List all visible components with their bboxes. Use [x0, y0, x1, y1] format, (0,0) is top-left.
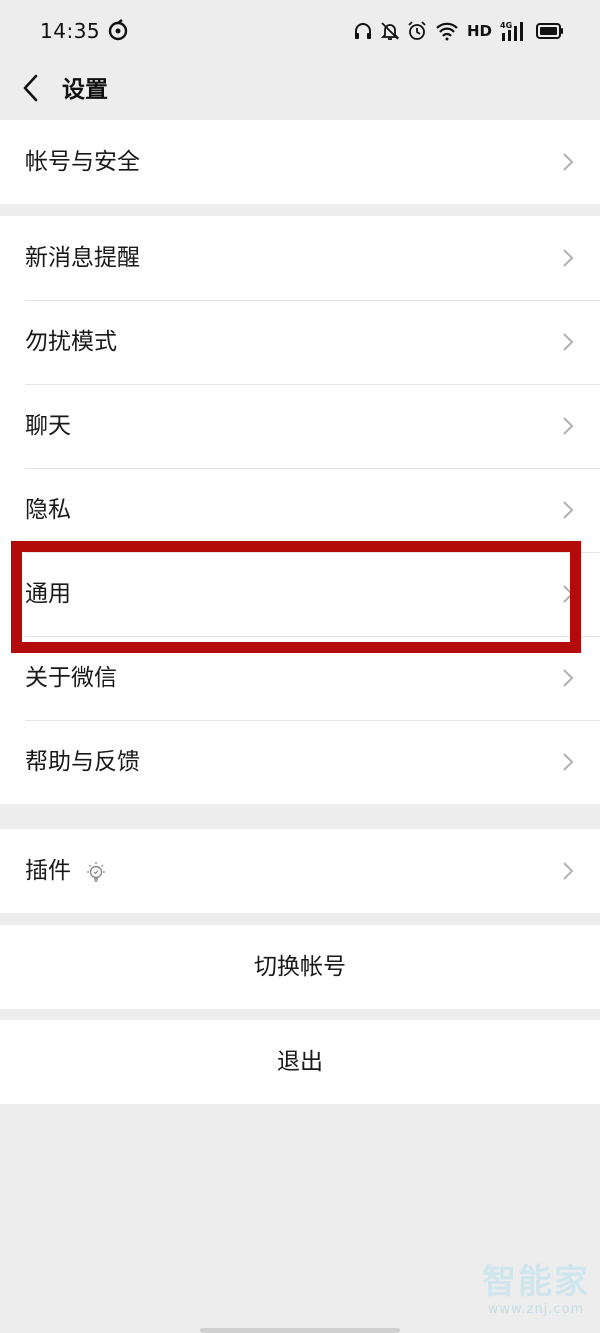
- settings-item-plugins[interactable]: 插件: [0, 829, 600, 913]
- status-time: 14:35: [40, 19, 101, 43]
- settings-item-chat[interactable]: 聊天: [0, 384, 600, 468]
- watermark: 智能家 www.znj.com: [482, 1262, 590, 1317]
- battery-icon: [536, 23, 563, 39]
- lightbulb-icon: [87, 862, 105, 882]
- nav-bar: 设置: [0, 58, 600, 118]
- main-settings-group: 新消息提醒 勿扰模式 聊天 隐私 通用 关于微信 帮助与反馈: [0, 216, 600, 804]
- page-title: 设置: [62, 77, 108, 103]
- item-label: 帮助与反馈: [25, 749, 140, 775]
- logout-group: 退出: [0, 1020, 600, 1104]
- chevron-right-icon: [563, 501, 574, 519]
- highlight-box: [11, 541, 581, 653]
- watermark-url: www.znj.com: [487, 1302, 585, 1317]
- divider: [25, 384, 600, 385]
- headphones-icon: [354, 23, 371, 39]
- plugins-group: 插件: [0, 829, 600, 913]
- item-label: 新消息提醒: [25, 245, 140, 271]
- settings-item-help-feedback[interactable]: 帮助与反馈: [0, 720, 600, 804]
- settings-item-do-not-disturb[interactable]: 勿扰模式: [0, 300, 600, 384]
- chevron-right-icon: [563, 417, 574, 435]
- item-label: 勿扰模式: [25, 329, 117, 355]
- music-icon: [108, 19, 128, 41]
- chevron-right-icon: [563, 669, 574, 687]
- settings-item-account-security[interactable]: 帐号与安全: [0, 120, 600, 204]
- back-arrow-icon[interactable]: [14, 64, 50, 112]
- status-bar: 14:35 HD 4G: [0, 0, 600, 60]
- alarm-icon: [408, 21, 426, 40]
- bell-off-icon: [380, 22, 399, 40]
- account-group: 帐号与安全: [0, 120, 600, 204]
- item-label: 聊天: [25, 413, 71, 439]
- chevron-right-icon: [563, 753, 574, 771]
- divider: [25, 468, 600, 469]
- hd-label: HD: [466, 22, 492, 40]
- watermark-logo: 智能家: [482, 1262, 590, 1302]
- item-label: 隐私: [25, 497, 71, 523]
- logout-button[interactable]: 退出: [0, 1020, 600, 1104]
- switch-account-group: 切换帐号: [0, 925, 600, 1009]
- chevron-right-icon: [563, 862, 574, 880]
- chevron-right-icon: [563, 333, 574, 351]
- switch-account-button[interactable]: 切换帐号: [0, 925, 600, 1009]
- item-label: 帐号与安全: [25, 149, 140, 175]
- item-label: 插件: [25, 858, 71, 884]
- settings-item-new-message-alerts[interactable]: 新消息提醒: [0, 216, 600, 300]
- wifi-icon: [436, 22, 458, 41]
- network-type-label: 4G: [500, 21, 512, 30]
- signal-icon: 4G: [500, 21, 523, 41]
- home-indicator[interactable]: [200, 1328, 400, 1333]
- chevron-right-icon: [563, 153, 574, 171]
- status-icons: HD 4G: [353, 18, 564, 44]
- settings-item-privacy[interactable]: 隐私: [0, 468, 600, 552]
- chevron-right-icon: [563, 249, 574, 267]
